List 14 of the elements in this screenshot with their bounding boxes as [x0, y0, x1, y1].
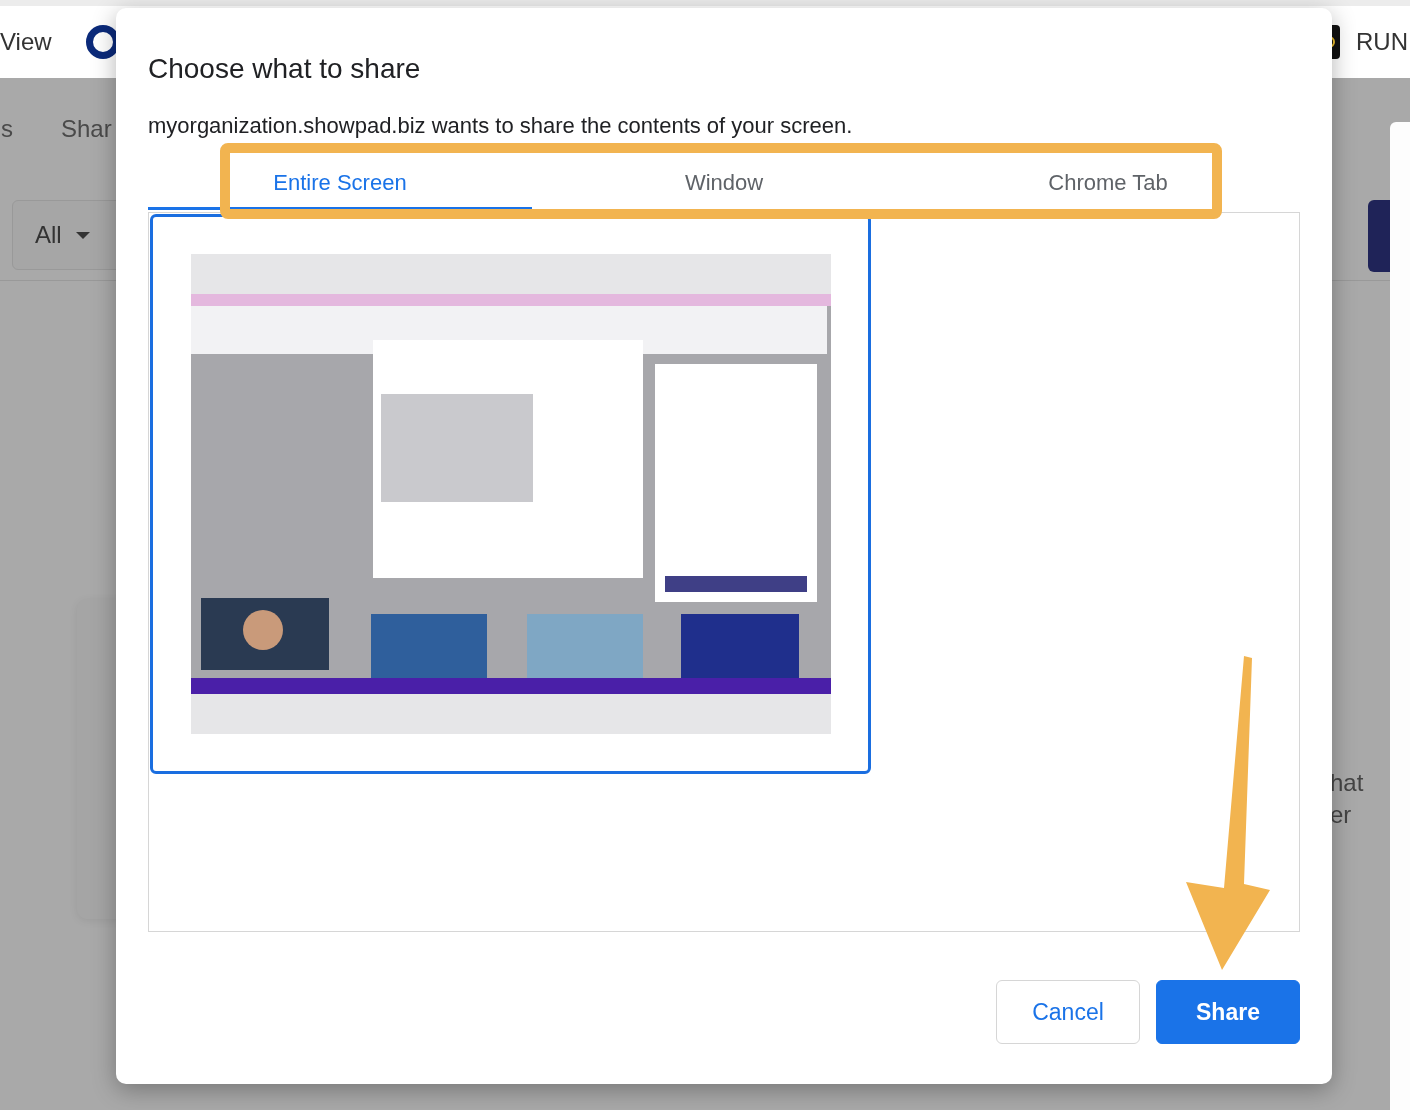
- tab[interactable]: Entire Screen: [148, 154, 532, 210]
- cancel-button[interactable]: Cancel: [996, 980, 1140, 1044]
- share-button[interactable]: Share: [1156, 980, 1300, 1044]
- tab[interactable]: Chrome Tab: [916, 154, 1300, 210]
- screen-option[interactable]: [150, 214, 871, 774]
- tab[interactable]: Window: [532, 154, 916, 210]
- app-name: RUN: [1356, 28, 1408, 56]
- caret-icon: [75, 231, 90, 239]
- dialog-message: myorganization.showpad.biz wants to share the contents of your screen.: [148, 112, 854, 140]
- description-text: hat: [1330, 768, 1365, 798]
- nav-item[interactable]: Shar: [61, 115, 112, 143]
- menu-label: View: [0, 28, 52, 56]
- dialog-title: Choose what to share: [148, 52, 422, 86]
- nav-item[interactable]: s: [1, 115, 13, 143]
